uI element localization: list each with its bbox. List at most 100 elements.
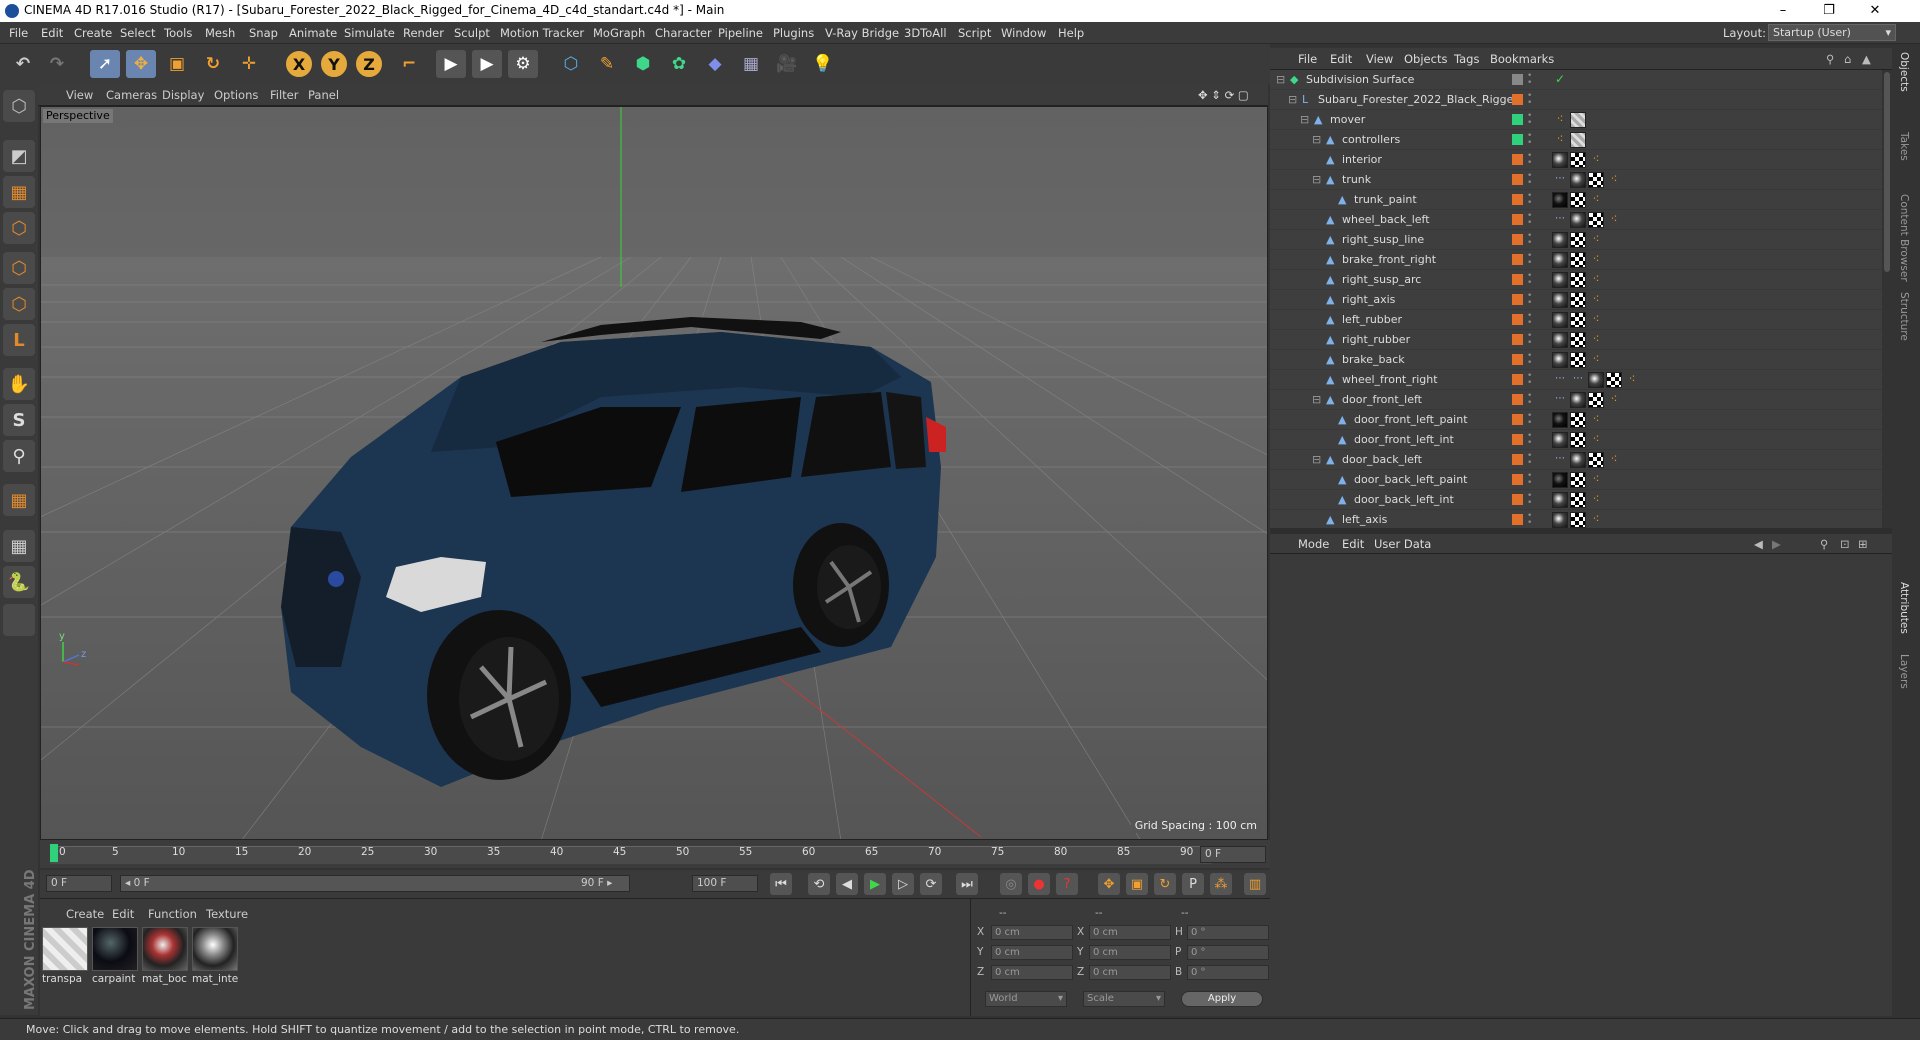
visibility-dots-icon[interactable]: • • bbox=[1527, 332, 1533, 348]
checker-tag-icon[interactable] bbox=[1588, 172, 1604, 188]
menu-sculpt[interactable]: Sculpt bbox=[454, 26, 490, 40]
object-row[interactable]: ▲ right_axis • • ⁖ bbox=[1270, 290, 1882, 310]
redo-button[interactable]: ↷ bbox=[42, 50, 72, 78]
object-row[interactable]: ⊟ ▲ door_back_left • • ⋯ ⁖ bbox=[1270, 450, 1882, 470]
menu-file[interactable]: File bbox=[9, 26, 28, 40]
dots-tag-icon[interactable]: ⁖ bbox=[1606, 172, 1622, 188]
expand-toggle-icon[interactable] bbox=[1324, 414, 1336, 426]
object-row[interactable]: ▲ right_susp_arc • • ⁖ bbox=[1270, 270, 1882, 290]
layer-color-swatch[interactable] bbox=[1512, 294, 1523, 305]
expand-toggle-icon[interactable] bbox=[1312, 234, 1324, 246]
visibility-dots-icon[interactable]: • • bbox=[1527, 372, 1533, 388]
dots-tag-icon[interactable]: ⁖ bbox=[1588, 492, 1604, 508]
object-row[interactable]: ▲ door_front_left_paint • • ⁖ bbox=[1270, 410, 1882, 430]
attr-menu-mode[interactable]: Mode bbox=[1298, 537, 1329, 551]
sphere-tag-icon[interactable] bbox=[1552, 492, 1568, 508]
sphere-tag-icon[interactable] bbox=[1552, 312, 1568, 328]
viewport-menu-cameras[interactable]: Cameras bbox=[106, 88, 157, 102]
key-parameter-icon[interactable]: P bbox=[1182, 873, 1204, 895]
object-manager[interactable]: ⊟ ◆ Subdivision Surface • • ✓ ⊟ L Subaru_Forest… bbox=[1270, 70, 1892, 528]
sphere-tag-icon[interactable] bbox=[1552, 292, 1568, 308]
lock-icon[interactable]: ⊡ bbox=[1840, 537, 1850, 551]
viewport-menu-panel[interactable]: Panel bbox=[308, 88, 339, 102]
viewport-navigate-icons[interactable]: ✥ ⇕ ⟳ ▢ bbox=[1198, 88, 1249, 102]
viewport-camera-label[interactable]: Perspective bbox=[43, 109, 113, 123]
visibility-dots-icon[interactable]: • • bbox=[1527, 152, 1533, 168]
layer-color-swatch[interactable] bbox=[1512, 314, 1523, 325]
expand-toggle-icon[interactable]: ⊟ bbox=[1288, 94, 1300, 106]
visibility-dots-icon[interactable]: • • bbox=[1527, 72, 1533, 88]
om-menu-edit[interactable]: Edit bbox=[1330, 52, 1352, 66]
menu-snap[interactable]: Snap bbox=[249, 26, 278, 40]
object-name[interactable]: door_front_left_int bbox=[1354, 433, 1454, 446]
object-row[interactable]: ▲ right_rubber • • ⁖ bbox=[1270, 330, 1882, 350]
visibility-dots-icon[interactable]: • • bbox=[1527, 312, 1533, 328]
previous-frame-button[interactable]: ◀ bbox=[836, 873, 858, 895]
visibility-dots-icon[interactable]: • • bbox=[1527, 452, 1533, 468]
expand-toggle-icon[interactable] bbox=[1312, 334, 1324, 346]
minimize-button[interactable]: – bbox=[1760, 0, 1806, 22]
camera-button[interactable]: 🎥 bbox=[772, 50, 802, 78]
object-row[interactable]: ▲ brake_front_right • • ⁖ bbox=[1270, 250, 1882, 270]
object-row[interactable]: ▲ left_rubber • • ⁖ bbox=[1270, 310, 1882, 330]
render-view-button[interactable]: ▶ bbox=[436, 50, 466, 78]
expand-toggle-icon[interactable] bbox=[1324, 194, 1336, 206]
size-x-field[interactable]: 0 cm bbox=[1089, 925, 1171, 940]
object-name[interactable]: controllers bbox=[1342, 133, 1400, 146]
previous-key-button[interactable]: ⟲ bbox=[808, 873, 830, 895]
sphere-tag-icon[interactable] bbox=[1552, 252, 1568, 268]
object-name[interactable]: brake_front_right bbox=[1342, 253, 1436, 266]
visibility-dots-icon[interactable]: • • bbox=[1527, 432, 1533, 448]
menu-mograph[interactable]: MoGraph bbox=[593, 26, 645, 40]
visibility-dots-icon[interactable]: • • bbox=[1527, 112, 1533, 128]
timeline-window-icon[interactable]: ▥ bbox=[1244, 873, 1266, 895]
expand-toggle-icon[interactable] bbox=[1324, 434, 1336, 446]
layer-color-swatch[interactable] bbox=[1512, 194, 1523, 205]
mograph-cloner-button[interactable]: ✿ bbox=[664, 50, 694, 78]
layer-color-swatch[interactable] bbox=[1512, 474, 1523, 485]
sphere-tag-icon[interactable] bbox=[1588, 372, 1604, 388]
layer-color-swatch[interactable] bbox=[1512, 114, 1523, 125]
layer-color-swatch[interactable] bbox=[1512, 334, 1523, 345]
material-swatch[interactable] bbox=[92, 927, 138, 971]
visibility-dots-icon[interactable]: • • bbox=[1527, 292, 1533, 308]
layer-color-swatch[interactable] bbox=[1512, 234, 1523, 245]
pen-spline-button[interactable]: ✎ bbox=[592, 50, 622, 78]
expand-toggle-icon[interactable] bbox=[1312, 154, 1324, 166]
checker-tag-icon[interactable] bbox=[1570, 332, 1586, 348]
layer-color-swatch[interactable] bbox=[1512, 354, 1523, 365]
expand-toggle-icon[interactable] bbox=[1312, 374, 1324, 386]
size-y-field[interactable]: 0 cm bbox=[1089, 945, 1171, 960]
check-tag-icon[interactable]: ✓ bbox=[1552, 72, 1568, 88]
expand-toggle-icon[interactable]: ⊟ bbox=[1300, 114, 1312, 126]
object-row[interactable]: ▲ right_susp_line • • ⁖ bbox=[1270, 230, 1882, 250]
new-window-icon[interactable]: ⊞ bbox=[1858, 537, 1868, 551]
checker-tag-icon[interactable] bbox=[1570, 192, 1586, 208]
frame-range-slider[interactable]: ◂ 0 F 90 F ▸ bbox=[120, 875, 630, 892]
pts-tag-icon[interactable]: ⋯ bbox=[1552, 172, 1568, 188]
checker-tag-icon[interactable] bbox=[1570, 352, 1586, 368]
sphere-tag-icon[interactable] bbox=[1552, 332, 1568, 348]
dots-tag-icon[interactable]: ⁖ bbox=[1588, 152, 1604, 168]
position-z-field[interactable]: 0 cm bbox=[991, 965, 1073, 980]
sphere-tag-icon[interactable] bbox=[1570, 452, 1586, 468]
expand-toggle-icon[interactable]: ⊟ bbox=[1276, 74, 1288, 86]
dots-tag-icon[interactable]: ⁖ bbox=[1588, 192, 1604, 208]
visibility-dots-icon[interactable]: • • bbox=[1527, 212, 1533, 228]
dots-tag-icon[interactable]: ⁖ bbox=[1588, 472, 1604, 488]
checker-tag-icon[interactable] bbox=[1588, 452, 1604, 468]
menu-script[interactable]: Script bbox=[958, 26, 991, 40]
enable-axis-button[interactable]: ✋ bbox=[3, 368, 35, 400]
menu-pipeline[interactable]: Pipeline bbox=[718, 26, 763, 40]
checker-tag-icon[interactable] bbox=[1570, 472, 1586, 488]
tab-content-browser[interactable]: Content Browser bbox=[1898, 194, 1910, 282]
menu-create[interactable]: Create bbox=[74, 26, 112, 40]
menu-mesh[interactable]: Mesh bbox=[205, 26, 235, 40]
object-name[interactable]: brake_back bbox=[1342, 353, 1405, 366]
black-tag-icon[interactable] bbox=[1552, 412, 1568, 428]
cube-primitive-button[interactable]: ⬡ bbox=[556, 50, 586, 78]
om-menu-objects[interactable]: Objects bbox=[1404, 52, 1447, 66]
deformer-button[interactable]: ◆ bbox=[700, 50, 730, 78]
subdivision-surface-button[interactable]: ⬢ bbox=[628, 50, 658, 78]
home-icon[interactable]: ⌂ bbox=[1844, 52, 1851, 66]
